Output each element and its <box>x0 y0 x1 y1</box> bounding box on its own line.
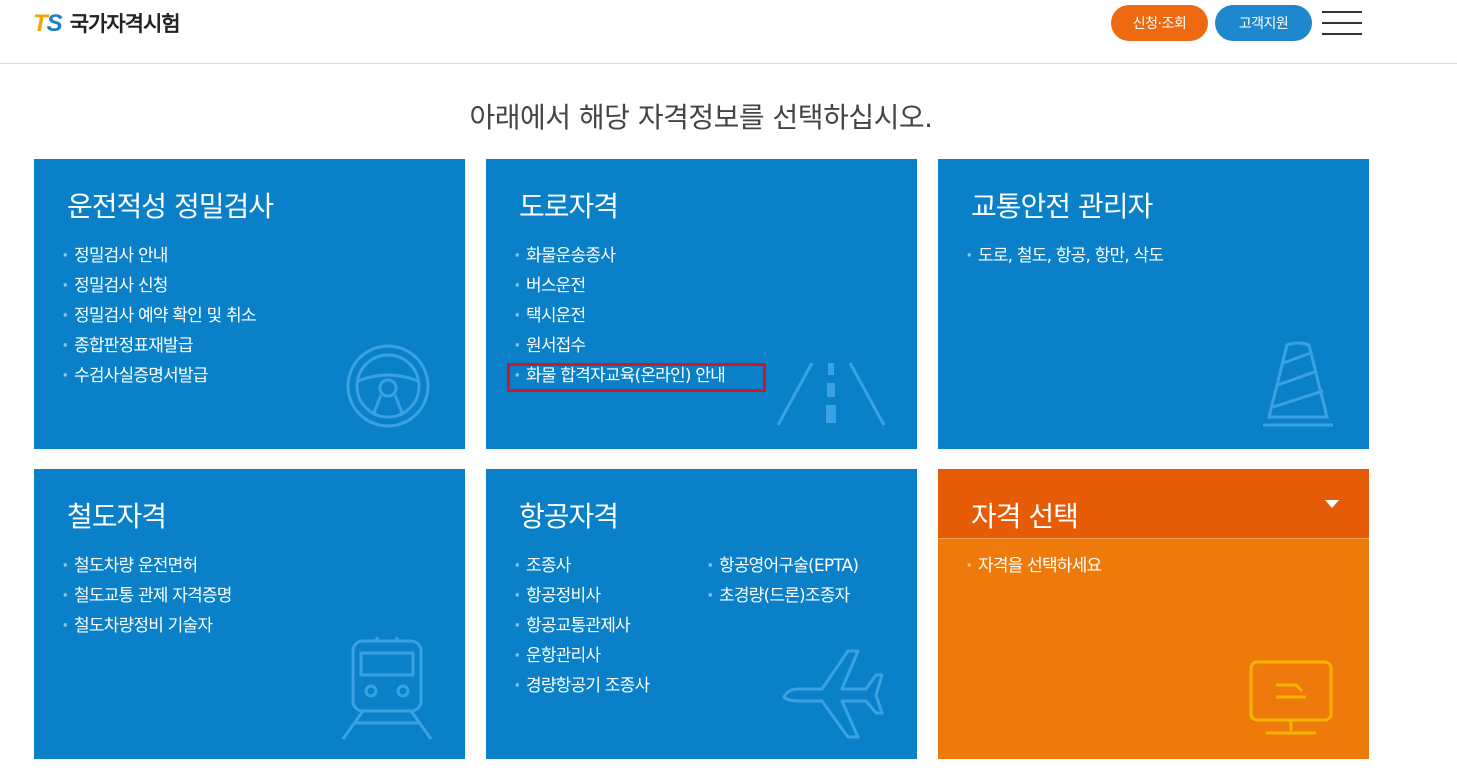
menu-item[interactable]: 종합판정표재발급 <box>62 331 256 361</box>
card-menu-right: 항공영어구술(EPTA) 초경량(드론)조종자 <box>707 551 859 611</box>
card-title[interactable]: 항공자격 <box>519 495 619 535</box>
menu-item[interactable]: 원서접수 <box>514 331 725 361</box>
card-railway-qualification: 철도자격 철도차량 운전면허 철도교통 관제 자격증명 철도차량정비 기술자 <box>34 469 465 759</box>
menu-item[interactable]: 항공정비사 <box>514 581 649 611</box>
steering-wheel-icon <box>346 344 430 428</box>
menu-item[interactable]: 철도차량 운전면허 <box>62 551 232 581</box>
card-qualification-select: 자격 선택 자격을 선택하세요 <box>938 469 1369 759</box>
qualification-select-dropdown[interactable]: 자격 선택 <box>938 469 1369 539</box>
card-road-qualification: 도로자격 화물운송종사 버스운전 택시운전 원서접수 화물 합격자교육(온라인)… <box>486 159 917 449</box>
menu-item[interactable]: 화물운송종사 <box>514 241 725 271</box>
card-menu: 자격을 선택하세요 <box>966 551 1102 581</box>
site-header: TS 국가자격시험 신청·조회 고객지원 <box>0 0 1457 64</box>
ts-logo-mark: TS <box>33 10 63 37</box>
hamburger-menu-icon[interactable] <box>1322 9 1362 37</box>
menu-item[interactable]: 항공교통관제사 <box>514 611 649 641</box>
card-menu: 화물운송종사 버스운전 택시운전 원서접수 화물 합격자교육(온라인) 안내 <box>514 241 726 391</box>
card-menu: 정밀검사 안내 정밀검사 신청 정밀검사 예약 확인 및 취소 종합판정표재발급… <box>62 241 256 391</box>
menu-item[interactable]: 초경량(드론)조종자 <box>707 581 858 611</box>
menu-item-cargo-education[interactable]: 화물 합격자교육(온라인) 안내 <box>514 361 726 391</box>
menu-item[interactable]: 택시운전 <box>514 301 725 331</box>
menu-item[interactable]: 버스운전 <box>514 271 725 301</box>
customer-support-button[interactable]: 고객지원 <box>1215 5 1312 41</box>
apply-inquiry-button[interactable]: 신청·조회 <box>1111 5 1208 41</box>
menu-item[interactable]: 도로, 철도, 항공, 항만, 삭도 <box>966 241 1164 271</box>
menu-item[interactable]: 정밀검사 신청 <box>62 271 256 301</box>
card-title[interactable]: 철도자격 <box>67 495 167 535</box>
menu-item[interactable]: 자격을 선택하세요 <box>966 551 1102 581</box>
card-title[interactable]: 운전적성 정밀검사 <box>67 185 274 225</box>
menu-item[interactable]: 철도차량정비 기술자 <box>62 611 232 641</box>
menu-item[interactable]: 철도교통 관제 자격증명 <box>62 581 232 611</box>
menu-item[interactable]: 수검사실증명서발급 <box>62 361 256 391</box>
menu-item[interactable]: 정밀검사 예약 확인 및 취소 <box>62 301 256 331</box>
traffic-cone-icon <box>1263 341 1333 427</box>
menu-item[interactable]: 조종사 <box>514 551 649 581</box>
page-title: 아래에서 해당 자격정보를 선택하십시오. <box>469 101 933 134</box>
road-icon <box>776 362 886 426</box>
card-menu-left: 조종사 항공정비사 항공교통관제사 운항관리사 경량항공기 조종사 <box>514 551 650 701</box>
train-icon <box>341 637 433 740</box>
card-title[interactable]: 도로자격 <box>519 185 619 225</box>
card-traffic-safety-manager: 교통안전 관리자 도로, 철도, 항공, 항만, 삭도 <box>938 159 1369 449</box>
airplane-icon <box>782 649 884 739</box>
menu-item[interactable]: 항공영어구술(EPTA) <box>707 551 859 581</box>
card-aviation-qualification: 항공자격 조종사 항공정비사 항공교통관제사 운항관리사 경량항공기 조종사 항… <box>486 469 917 759</box>
card-menu: 철도차량 운전면허 철도교통 관제 자격증명 철도차량정비 기술자 <box>62 551 232 641</box>
card-aptitude-test: 운전적성 정밀검사 정밀검사 안내 정밀검사 신청 정밀검사 예약 확인 및 취… <box>34 159 465 449</box>
menu-item[interactable]: 정밀검사 안내 <box>62 241 256 271</box>
caret-down-icon <box>1325 500 1339 508</box>
menu-item[interactable]: 운항관리사 <box>514 641 649 671</box>
menu-item[interactable]: 경량항공기 조종사 <box>514 671 650 701</box>
card-title: 자격 선택 <box>971 500 1079 533</box>
card-title[interactable]: 교통안전 관리자 <box>971 185 1153 225</box>
card-menu: 도로, 철도, 항공, 항만, 삭도 <box>966 241 1164 271</box>
logo-text: 국가자격시험 <box>69 12 181 36</box>
site-logo[interactable]: TS 국가자격시험 <box>33 9 181 39</box>
monitor-icon <box>1249 660 1333 735</box>
